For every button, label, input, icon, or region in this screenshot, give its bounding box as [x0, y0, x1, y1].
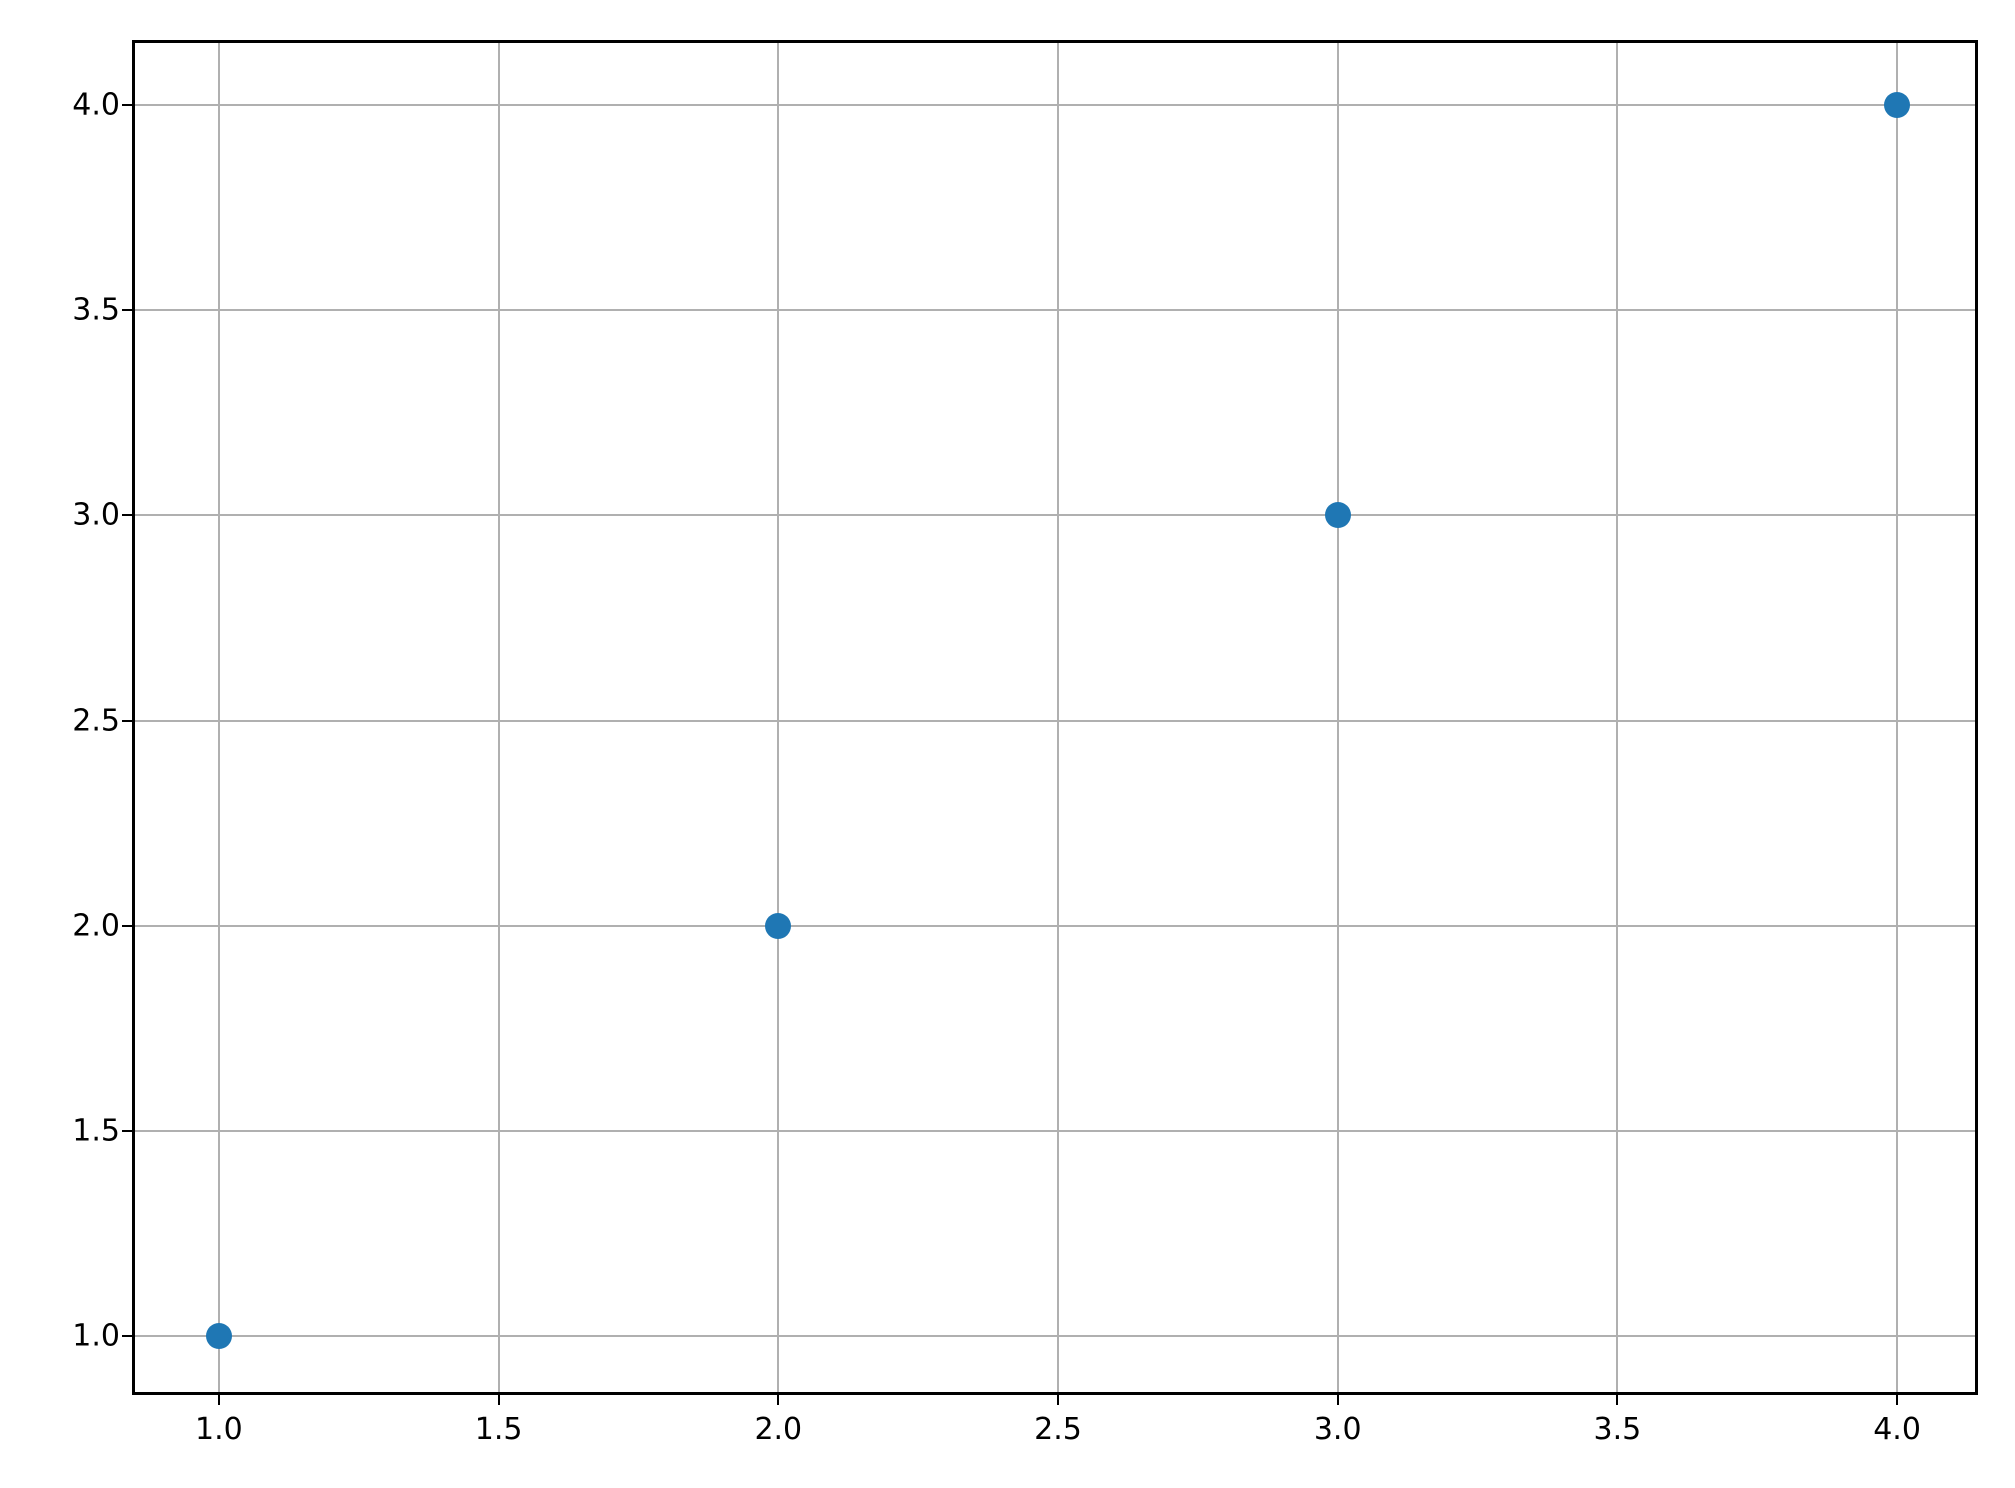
x-tick — [1896, 1395, 1898, 1405]
grid-line-horizontal — [135, 1130, 1975, 1132]
y-tick — [122, 309, 132, 311]
grid-line-horizontal — [135, 925, 1975, 927]
grid-line-vertical — [1896, 43, 1898, 1392]
data-point — [206, 1323, 232, 1349]
y-tick — [122, 1130, 132, 1132]
y-tick — [122, 720, 132, 722]
y-tick-label: 2.5 — [60, 703, 120, 738]
grid-line-vertical — [777, 43, 779, 1392]
y-tick-label: 2.0 — [60, 908, 120, 943]
y-tick — [122, 104, 132, 106]
grid-line-vertical — [498, 43, 500, 1392]
x-tick-label: 2.5 — [1034, 1412, 1082, 1447]
x-tick — [777, 1395, 779, 1405]
grid-line-vertical — [1337, 43, 1339, 1392]
y-tick-label: 3.0 — [60, 498, 120, 533]
x-tick — [1057, 1395, 1059, 1405]
scatter-chart: 1.0 1.5 2.0 2.5 3.0 3.5 4.0 1.0 1.5 2.0 2.5 3.0 3.5 4… — [0, 0, 2015, 1488]
x-tick — [1337, 1395, 1339, 1405]
x-tick — [218, 1395, 220, 1405]
data-point — [1884, 92, 1910, 118]
x-tick-label: 1.0 — [195, 1412, 243, 1447]
y-tick — [122, 514, 132, 516]
grid-line-horizontal — [135, 1335, 1975, 1337]
grid-line-vertical — [218, 43, 220, 1392]
x-tick-label: 3.0 — [1314, 1412, 1362, 1447]
x-tick-label: 4.0 — [1873, 1412, 1921, 1447]
plot-area: 1.01.52.02.53.03.54.01.01.52.02.53.03.54… — [132, 40, 1978, 1395]
y-tick — [122, 1335, 132, 1337]
grid-line-horizontal — [135, 720, 1975, 722]
y-tick-label: 1.0 — [60, 1319, 120, 1354]
data-point — [1325, 502, 1351, 528]
grid-line-vertical — [1057, 43, 1059, 1392]
x-tick-label: 2.0 — [754, 1412, 802, 1447]
x-tick-label: 3.5 — [1594, 1412, 1642, 1447]
y-tick-label: 3.5 — [60, 292, 120, 327]
grid-line-horizontal — [135, 309, 1975, 311]
grid-line-horizontal — [135, 104, 1975, 106]
x-tick-label: 1.5 — [475, 1412, 523, 1447]
x-tick — [498, 1395, 500, 1405]
y-tick-label: 4.0 — [60, 87, 120, 122]
y-tick-label: 1.5 — [60, 1114, 120, 1149]
y-tick — [122, 925, 132, 927]
data-point — [765, 913, 791, 939]
grid-line-horizontal — [135, 514, 1975, 516]
grid-line-vertical — [1616, 43, 1618, 1392]
x-tick — [1616, 1395, 1618, 1405]
